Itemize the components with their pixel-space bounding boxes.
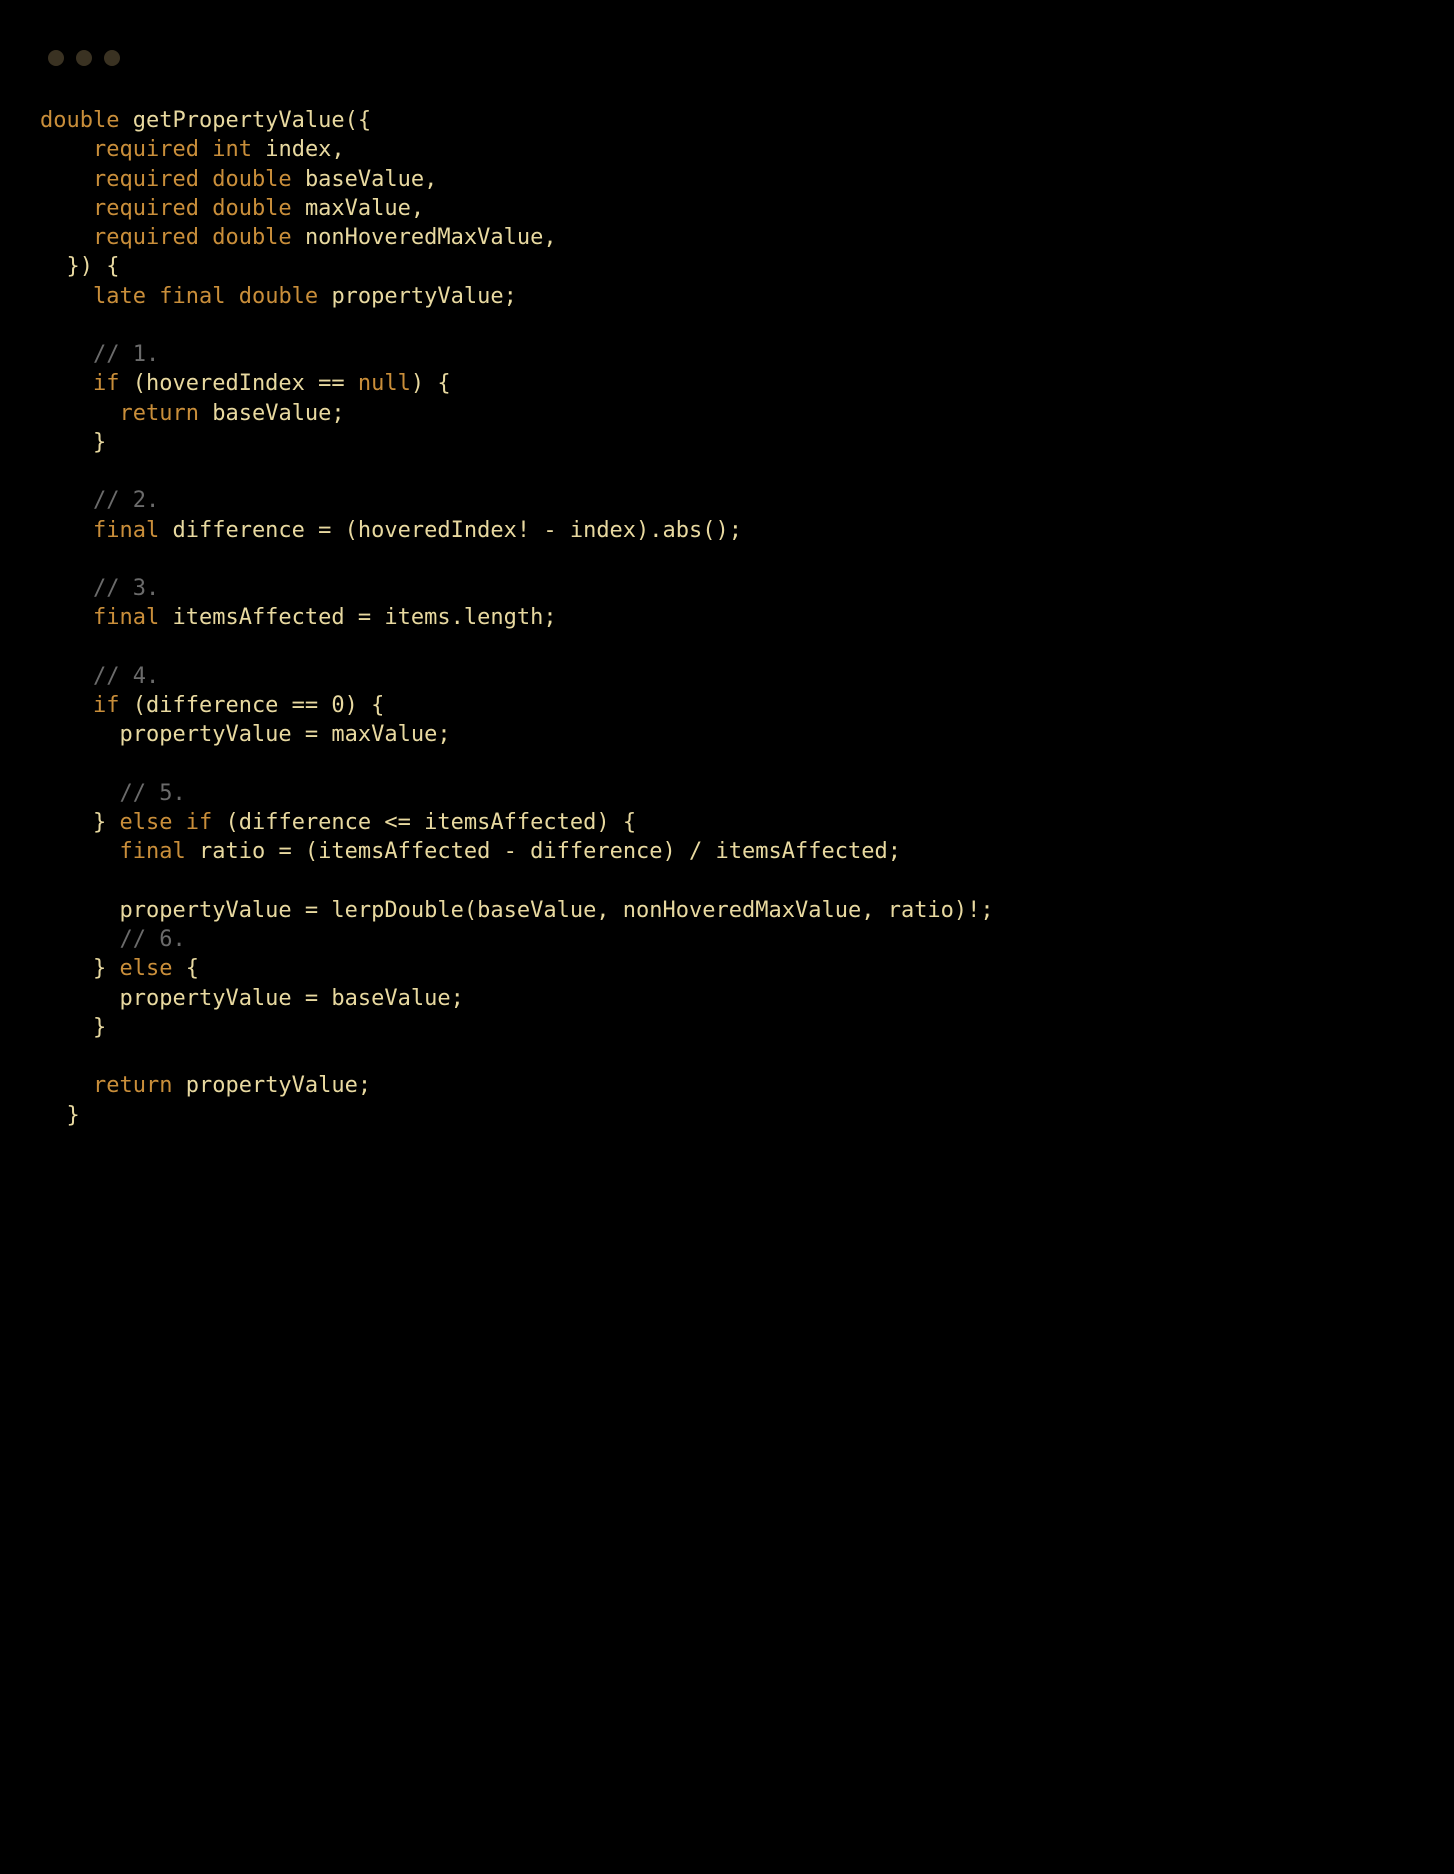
token-kw: return [93, 1073, 172, 1098]
token-id: propertyValue = baseValue; [119, 986, 463, 1011]
token-kw: required [93, 196, 199, 221]
token-kw: final [93, 518, 159, 543]
traffic-light-zoom-icon [104, 50, 120, 66]
token-kw: else [119, 810, 172, 835]
token-id: (difference <= itemsAffected) { [225, 810, 636, 835]
token-kw: required [93, 167, 199, 192]
token-id: difference = (hoveredIndex! - index).abs… [172, 518, 742, 543]
token-kw: if [93, 693, 120, 718]
token-kw: null [358, 371, 411, 396]
token-id: baseValue; [212, 401, 344, 426]
token-id: (difference == [133, 693, 332, 718]
token-id: } [93, 810, 120, 835]
token-kw: if [186, 810, 213, 835]
token-id: maxValue, [305, 196, 424, 221]
token-kw: double [212, 196, 291, 221]
traffic-light-close-icon [48, 50, 64, 66]
token-id: } [93, 430, 106, 455]
window-traffic-lights [48, 50, 1414, 66]
token-cmt: // 5. [119, 781, 185, 806]
token-id: propertyValue = maxValue; [119, 722, 450, 747]
token-cmt: // 3. [93, 576, 159, 601]
token-id: itemsAffected = items.length; [172, 605, 556, 630]
token-kw: return [119, 401, 198, 426]
code-block[interactable]: double getPropertyValue({ required int i… [40, 106, 1414, 1130]
token-id: { [186, 956, 199, 981]
token-kw: double [212, 225, 291, 250]
token-kw: required [93, 137, 199, 162]
token-id: baseValue, [305, 167, 437, 192]
token-id: ({ [345, 108, 372, 133]
token-id: index, [265, 137, 344, 162]
token-id: } [67, 1103, 80, 1128]
token-id: } [93, 1015, 106, 1040]
token-id: propertyValue; [186, 1073, 371, 1098]
token-num: 0 [331, 693, 344, 718]
token-id: ) { [345, 693, 385, 718]
token-id: }) { [67, 254, 120, 279]
traffic-light-minimize-icon [76, 50, 92, 66]
token-fn: getPropertyValue [133, 108, 345, 133]
token-id: propertyValue = lerpDouble(baseValue, no… [119, 898, 993, 923]
token-id: } [93, 956, 120, 981]
token-cmt: // 2. [93, 488, 159, 513]
token-kw: final [119, 839, 185, 864]
token-kw: final [159, 284, 225, 309]
token-kw: if [93, 371, 120, 396]
token-kw: required [93, 225, 199, 250]
token-kw: double [239, 284, 318, 309]
code-window: double getPropertyValue({ required int i… [0, 0, 1454, 1874]
token-kw: late [93, 284, 146, 309]
token-kw: else [119, 956, 172, 981]
token-kw: final [93, 605, 159, 630]
token-kw: double [212, 167, 291, 192]
token-kw: int [212, 137, 252, 162]
token-kw: double [40, 108, 119, 133]
token-id: nonHoveredMaxValue, [305, 225, 557, 250]
token-id: ratio = (itemsAffected - difference) / i… [199, 839, 901, 864]
token-cmt: // 4. [93, 664, 159, 689]
token-id: (hoveredIndex == [133, 371, 358, 396]
token-id: ) { [411, 371, 451, 396]
token-cmt: // 6. [119, 927, 185, 952]
token-id: propertyValue; [331, 284, 516, 309]
token-cmt: // 1. [93, 342, 159, 367]
